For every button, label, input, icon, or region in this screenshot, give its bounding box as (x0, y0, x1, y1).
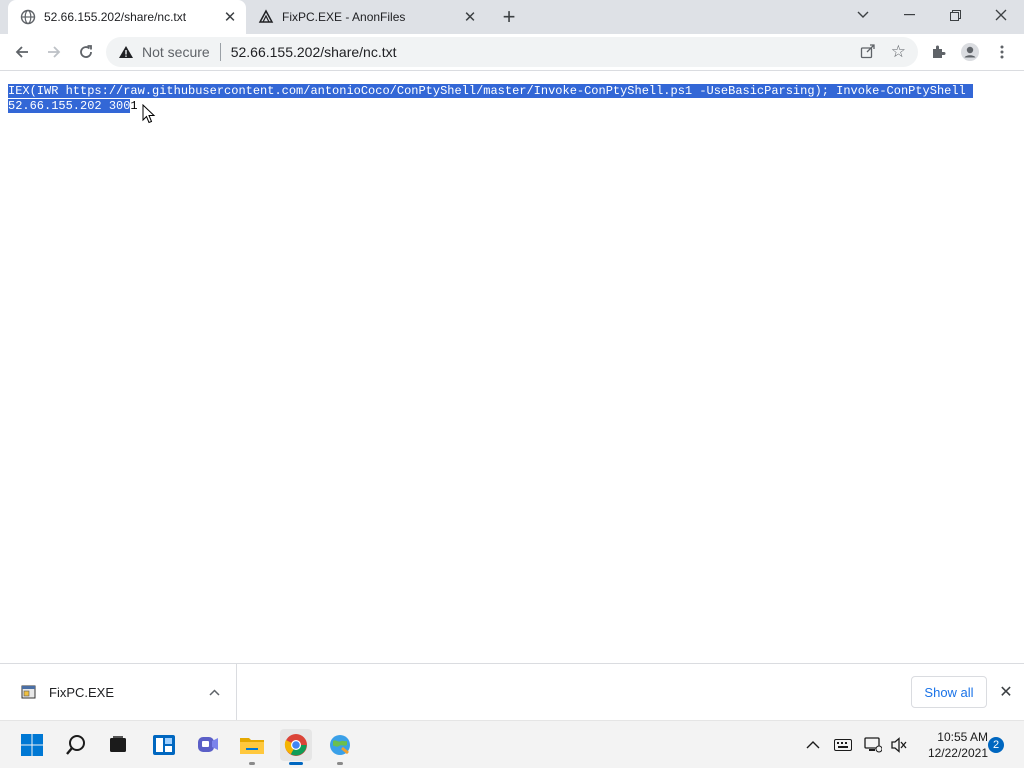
tab-nc-txt[interactable]: 52.66.155.202/share/nc.txt ✕ (8, 0, 246, 34)
download-item[interactable]: FixPC.EXE (0, 664, 237, 720)
menu-kebab-icon[interactable] (988, 38, 1016, 66)
tab-strip: 52.66.155.202/share/nc.txt ✕ FixPC.EXE -… (0, 0, 1024, 34)
network-icon[interactable] (864, 721, 882, 769)
exe-file-icon (20, 683, 38, 701)
teams-chat-icon[interactable] (192, 729, 224, 761)
close-shelf-icon[interactable]: ✕ (996, 682, 1016, 702)
file-explorer-icon[interactable] (236, 729, 268, 765)
back-button[interactable] (8, 38, 36, 66)
search-icon[interactable] (60, 729, 92, 761)
network-globe-app-icon[interactable] (324, 729, 356, 765)
share-icon[interactable] (860, 43, 876, 62)
running-indicator (337, 762, 343, 765)
divider (219, 43, 221, 61)
chrome-icon[interactable] (280, 729, 312, 765)
notification-badge[interactable]: 2 (988, 737, 1004, 753)
show-all-button[interactable]: Show all (911, 676, 987, 708)
page-content: IEX(IWR https://raw.githubusercontent.co… (0, 72, 1024, 662)
chevron-up-icon[interactable] (209, 683, 220, 701)
minimize-button[interactable] (886, 0, 932, 30)
clock-time: 10:55 AM (937, 730, 988, 744)
widgets-icon[interactable] (148, 729, 180, 761)
forward-button[interactable] (40, 38, 68, 66)
tab-search-icon[interactable] (840, 0, 886, 30)
tab-close-icon[interactable]: ✕ (460, 7, 480, 27)
warning-icon[interactable] (116, 45, 136, 59)
security-label[interactable]: Not secure (142, 44, 210, 60)
windows-taskbar: 10:55 AM 12/22/2021 2 (0, 720, 1024, 768)
bookmark-star-icon[interactable]: ☆ (891, 42, 906, 62)
anonfiles-icon (258, 9, 274, 25)
mouse-cursor-icon (142, 103, 156, 129)
url-text[interactable]: 52.66.155.202/share/nc.txt (231, 44, 397, 60)
profile-avatar-icon[interactable] (956, 38, 984, 66)
new-tab-button[interactable]: + (497, 4, 521, 29)
tab-title: FixPC.EXE - AnonFiles (282, 10, 406, 24)
restore-button[interactable] (932, 0, 978, 30)
task-view-icon[interactable] (102, 729, 134, 761)
tab-close-icon[interactable]: ✕ (220, 7, 240, 27)
unselected-text[interactable]: 1 (130, 99, 137, 113)
running-indicator (249, 762, 255, 765)
globe-icon (20, 9, 36, 25)
download-filename: FixPC.EXE (49, 684, 115, 700)
address-bar[interactable]: Not secure 52.66.155.202/share/nc.txt ☆ (106, 37, 918, 67)
keyboard-icon[interactable] (834, 721, 852, 769)
clock-date: 12/22/2021 (927, 746, 988, 760)
download-shelf: FixPC.EXE Show all ✕ (0, 663, 1024, 720)
volume-muted-icon[interactable] (890, 721, 908, 769)
close-window-button[interactable] (978, 0, 1024, 30)
reload-button[interactable] (72, 38, 100, 66)
tab-anonfiles[interactable]: FixPC.EXE - AnonFiles ✕ (248, 0, 486, 34)
show-hidden-icons-chevron-icon[interactable] (806, 721, 820, 769)
system-clock[interactable]: 10:55 AM 12/22/2021 (912, 729, 988, 761)
browser-toolbar: Not secure 52.66.155.202/share/nc.txt ☆ (0, 34, 1024, 71)
active-indicator (289, 762, 303, 765)
start-windows-icon[interactable] (16, 729, 48, 761)
extensions-icon[interactable] (924, 38, 952, 66)
tab-title: 52.66.155.202/share/nc.txt (44, 10, 187, 24)
